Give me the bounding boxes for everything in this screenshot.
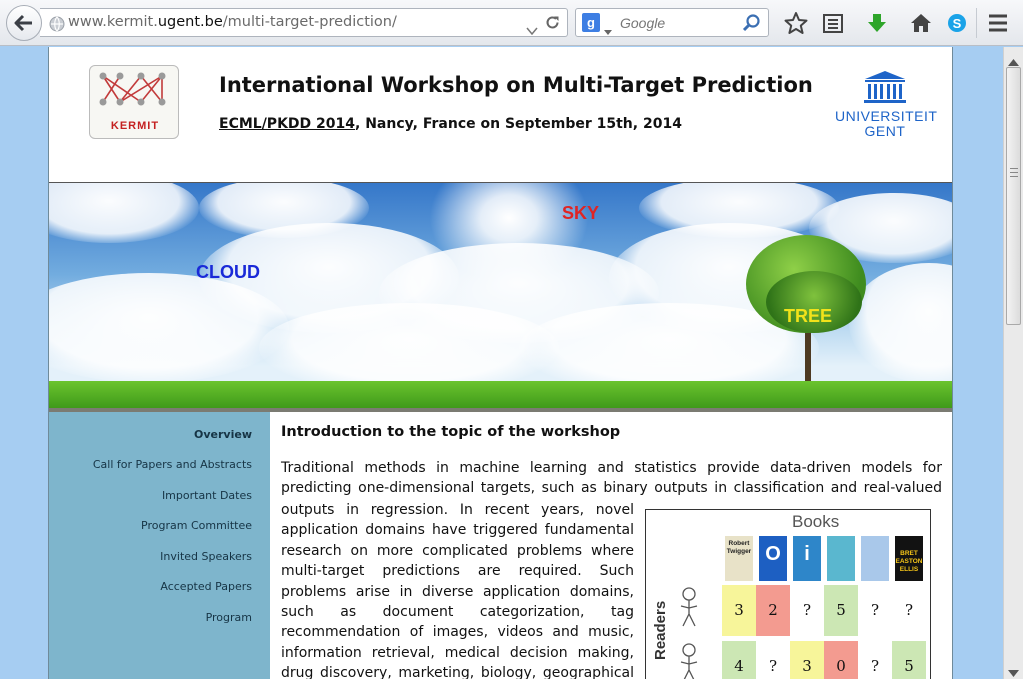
sidebar-item-program-committee[interactable]: Program Committee	[141, 519, 252, 532]
rating-cell: 3	[790, 641, 824, 679]
google-engine-icon[interactable]: g	[582, 13, 600, 32]
scroll-down-arrow-icon[interactable]	[1008, 663, 1019, 679]
rating-cell: 5	[892, 641, 926, 679]
back-button[interactable]	[6, 5, 42, 41]
readers-axis-label: Readers	[652, 600, 669, 660]
cloud-shape	[259, 303, 559, 393]
grip-icon	[1010, 168, 1018, 177]
ratings-matrix-figure: Books Robert Twigger Oi BRET EASTON ELLIS …	[645, 509, 931, 679]
intro-paragraph: Traditional methods in machine learning …	[281, 460, 942, 497]
skype-icon[interactable]: S	[944, 10, 970, 36]
address-bar[interactable]: www.kermit.ugent.be/multi-target-predict…	[40, 8, 568, 37]
conference-link[interactable]: ECML/PKDD 2014	[219, 116, 355, 132]
paragraph-line: application domains have triggered funda…	[281, 522, 634, 538]
sidebar-item-accepted-papers[interactable]: Accepted Papers	[160, 580, 252, 593]
rating-cell: 3	[722, 585, 756, 636]
paragraph-line: research on more complicated problems wh…	[281, 543, 634, 559]
book-cover: O	[759, 536, 787, 581]
scrollbar-thumb[interactable]	[1006, 67, 1021, 325]
main-content: Introduction to the topic of the worksho…	[281, 412, 942, 679]
svg-text:S: S	[953, 16, 962, 31]
reload-icon[interactable]	[544, 14, 561, 41]
sidebar-nav: Overview Call for Papers and Abstracts I…	[49, 412, 270, 679]
paragraph-line: recommendation of images, videos and mus…	[281, 624, 634, 640]
paragraph-line: outputs in regression. In recent years, …	[281, 502, 634, 518]
university-name-line1: UNIVERSITEIT	[835, 108, 938, 124]
paragraph-line: multi-target predictions are required. S…	[281, 563, 634, 579]
site-header: KERMIT International Workshop on Multi-T…	[49, 47, 952, 183]
rating-cell: 2	[756, 585, 790, 636]
paragraph-line: information retrieval, medical decision …	[281, 645, 634, 661]
page-container: KERMIT International Workshop on Multi-T…	[48, 47, 953, 679]
paragraph-line: such as document categorization, tag	[281, 604, 634, 620]
rating-cell: 0	[824, 641, 858, 679]
rating-cell: ?	[858, 585, 892, 636]
university-name-line2: GENT	[864, 123, 906, 139]
search-icon[interactable]	[742, 13, 762, 37]
sidebar-item-overview[interactable]: Overview	[194, 428, 252, 441]
menu-icon[interactable]	[985, 10, 1011, 36]
reader-figures-icon	[680, 587, 698, 679]
grass-strip	[49, 381, 952, 408]
book-cover: i	[793, 536, 821, 581]
network-graph-icon	[99, 72, 166, 106]
back-arrow-icon	[14, 14, 32, 32]
page-subtitle: ECML/PKDD 2014, Nancy, France on Septemb…	[219, 116, 682, 132]
globe-icon	[49, 15, 65, 42]
kermit-logo[interactable]: KERMIT	[89, 65, 179, 139]
rating-cell: 5	[824, 585, 858, 636]
banner-label-tree: TREE	[784, 306, 833, 326]
bookmark-star-icon[interactable]	[783, 10, 809, 36]
hero-banner: SKY CLOUD TREE	[49, 183, 952, 412]
ugent-logo[interactable]: UNIVERSITEIT GENT	[835, 69, 938, 139]
url-host: ugent.be	[157, 14, 223, 30]
bookmarks-list-icon[interactable]	[820, 10, 846, 36]
search-placeholder: Google	[620, 15, 666, 31]
home-icon[interactable]	[908, 10, 934, 36]
toolbar-divider	[976, 8, 977, 38]
book-cover	[827, 536, 855, 581]
banner-label-sky: SKY	[562, 203, 600, 223]
engine-dropdown-icon[interactable]	[604, 20, 612, 39]
url-path: /multi-target-prediction/	[222, 14, 397, 30]
vertical-scrollbar[interactable]	[1003, 47, 1023, 679]
subtitle-details: , Nancy, France on September 15th, 2014	[355, 116, 682, 132]
rating-cell: ?	[756, 641, 790, 679]
sidebar-item-program[interactable]: Program	[206, 611, 252, 624]
figure-title: Books	[792, 512, 840, 531]
url-dropdown-icon[interactable]	[526, 18, 538, 45]
url-prefix: www.kermit.	[68, 14, 158, 30]
logo-text: KERMIT	[110, 120, 160, 132]
search-box[interactable]: g Google	[575, 8, 769, 37]
page-title: International Workshop on Multi-Target P…	[219, 73, 813, 97]
book-cover: BRET EASTON ELLIS	[895, 536, 923, 581]
paragraph-line: drug discovery, marketing, biology, geog…	[281, 665, 634, 679]
sidebar-item-invited-speakers[interactable]: Invited Speakers	[160, 550, 252, 563]
paragraph-line: problems arise in diverse application do…	[281, 584, 634, 600]
university-building-icon	[864, 71, 906, 103]
book-cover	[861, 536, 889, 581]
sidebar-item-important-dates[interactable]: Important Dates	[162, 489, 252, 502]
rating-cell: ?	[892, 585, 926, 636]
book-cover: Robert Twigger	[725, 536, 753, 581]
cloud-shape	[49, 183, 199, 243]
rating-cell: ?	[858, 641, 892, 679]
download-icon[interactable]	[864, 10, 890, 36]
rating-cell: 4	[722, 641, 756, 679]
rating-cell: ?	[790, 585, 824, 636]
section-heading: Introduction to the topic of the worksho…	[281, 424, 621, 440]
browser-toolbar: www.kermit.ugent.be/multi-target-predict…	[0, 0, 1023, 46]
banner-label-cloud: CLOUD	[196, 262, 260, 282]
sidebar-item-call-for-papers[interactable]: Call for Papers and Abstracts	[93, 458, 252, 471]
